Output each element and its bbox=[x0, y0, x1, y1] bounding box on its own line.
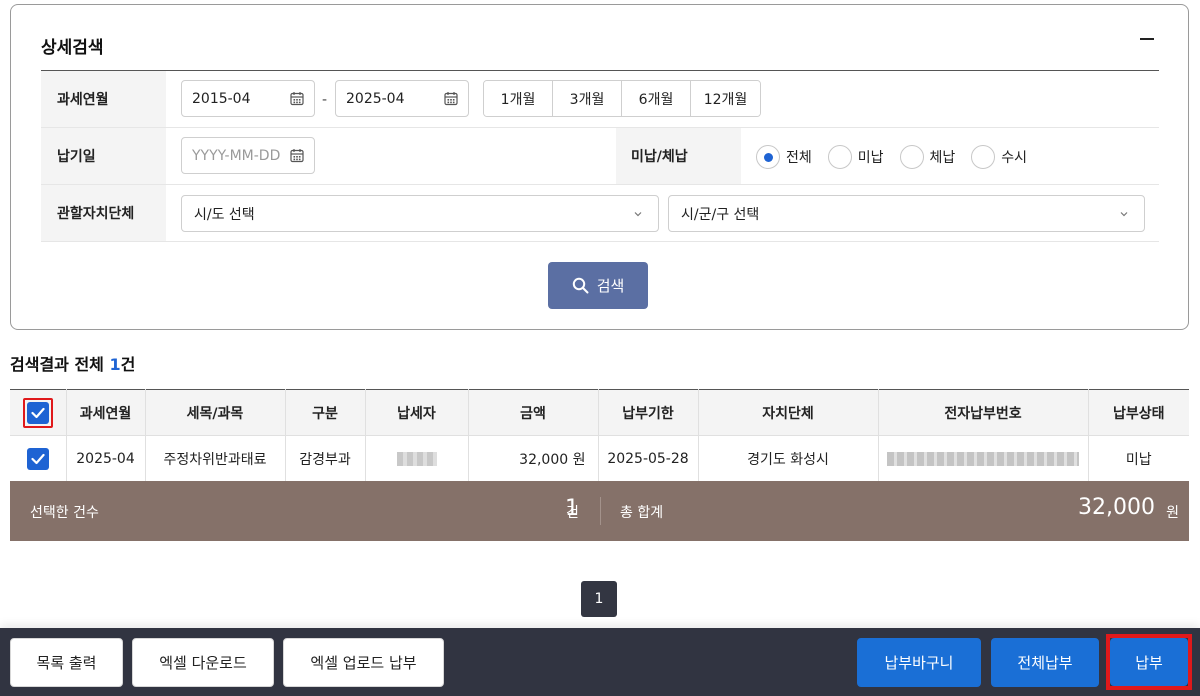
selection-total-bar: 선택한 건수 1 건 총 합계 32,000 원 bbox=[10, 481, 1189, 541]
status-option-all: 전체 bbox=[786, 150, 812, 166]
search-button[interactable]: 검색 bbox=[548, 262, 648, 309]
status-option-unpaid: 미납 bbox=[857, 150, 884, 166]
col-taxpayer: 납세자 bbox=[365, 389, 469, 436]
chevron-down-icon bbox=[1120, 212, 1128, 217]
result-count-unit: 건 bbox=[120, 355, 136, 374]
masked-epay-number bbox=[887, 451, 1079, 466]
row-amount: 32,000 원 bbox=[468, 435, 599, 482]
status-radio-all[interactable]: 전체 bbox=[756, 145, 812, 169]
radio-icon bbox=[971, 145, 996, 169]
period-1-month-button[interactable]: 1개월 bbox=[484, 81, 553, 116]
result-table: 과세연월 세목/과목 구분 납세자 금액 납부기한 자치단체 전자납부번호 납부… bbox=[10, 389, 1189, 482]
result-summary: 검색결과 전체 1건 bbox=[10, 351, 135, 375]
region-row: 관할자치단체 시/도 선택 시/군/구 선택 bbox=[41, 185, 1159, 242]
total-sum-label: 총 합계 bbox=[620, 505, 664, 521]
calendar-icon[interactable] bbox=[290, 148, 304, 163]
tax-month-row: 과세연월 2015-04 - 2025-04 1개월 3개월 6개월 12개월 bbox=[41, 71, 1159, 128]
row-tax-item: 주정차위반과태료 bbox=[145, 435, 286, 482]
chevron-down-icon bbox=[634, 212, 642, 217]
pay-basket-button[interactable]: 납부바구니 bbox=[857, 638, 981, 687]
radio-selected-icon bbox=[756, 145, 780, 169]
row-checkbox-cell bbox=[10, 435, 67, 482]
row-category: 감경부과 bbox=[285, 435, 366, 482]
table-header-row: 과세연월 세목/과목 구분 납세자 금액 납부기한 자치단체 전자납부번호 납부… bbox=[10, 389, 1189, 436]
col-epay-number: 전자납부번호 bbox=[878, 389, 1089, 436]
tax-month-to-field[interactable]: 2025-04 bbox=[335, 80, 469, 117]
row-municipality: 경기도 화성시 bbox=[698, 435, 879, 482]
search-form: 과세연월 2015-04 - 2025-04 1개월 3개월 6개월 12개월 … bbox=[41, 70, 1159, 242]
period-button-group: 1개월 3개월 6개월 12개월 bbox=[483, 80, 761, 117]
radio-icon bbox=[827, 145, 852, 169]
status-radio-overdue[interactable]: 체납 bbox=[899, 145, 956, 169]
select-all-checkbox[interactable] bbox=[26, 401, 49, 424]
result-count: 1 bbox=[109, 355, 121, 374]
calendar-icon[interactable] bbox=[290, 91, 304, 106]
row-checkbox[interactable] bbox=[26, 447, 49, 470]
status-radio-unpaid[interactable]: 미납 bbox=[827, 145, 884, 169]
row-taxpayer bbox=[365, 435, 469, 482]
selected-count-label: 선택한 건수 bbox=[30, 505, 99, 521]
table-row[interactable]: 2025-04 주정차위반과태료 감경부과 32,000 원 2025-05-2… bbox=[10, 435, 1189, 482]
status-option-overdue: 체납 bbox=[929, 150, 956, 166]
status-option-occasional: 수시 bbox=[1001, 150, 1028, 166]
tax-month-label: 과세연월 bbox=[41, 71, 166, 127]
city-select-value: 시/군/구 선택 bbox=[681, 206, 760, 223]
status-radio-group: 전체 미납 체납 수시 bbox=[756, 145, 1043, 169]
select-all-header bbox=[10, 389, 67, 436]
province-select[interactable]: 시/도 선택 bbox=[181, 195, 659, 232]
date-range-separator: - bbox=[322, 92, 328, 108]
print-list-button[interactable]: 목록 출력 bbox=[10, 638, 123, 687]
panel-title: 상세검색 bbox=[41, 38, 104, 58]
row-due-date: 2025-05-28 bbox=[598, 435, 699, 482]
total-divider bbox=[600, 497, 601, 525]
col-tax-month: 과세연월 bbox=[66, 389, 146, 436]
col-due-date: 납부기한 bbox=[598, 389, 699, 436]
select-all-highlight bbox=[22, 397, 53, 428]
collapse-minus-icon[interactable] bbox=[1138, 27, 1158, 51]
pay-all-button[interactable]: 전체납부 bbox=[991, 638, 1099, 687]
excel-upload-pay-button[interactable]: 엑셀 업로드 납부 bbox=[283, 638, 444, 687]
col-tax-item: 세목/과목 bbox=[145, 389, 286, 436]
period-12-month-button[interactable]: 12개월 bbox=[691, 81, 760, 116]
pagination-page-1[interactable]: 1 bbox=[581, 581, 617, 617]
col-category: 구분 bbox=[285, 389, 366, 436]
status-label: 미납/체납 bbox=[616, 128, 741, 184]
col-status: 납부상태 bbox=[1088, 389, 1189, 436]
radio-icon bbox=[899, 145, 924, 169]
tax-month-from-value: 2015-04 bbox=[192, 90, 251, 107]
check-icon bbox=[31, 453, 45, 464]
col-municipality: 자치단체 bbox=[698, 389, 879, 436]
row-epay-number bbox=[878, 435, 1089, 482]
city-select[interactable]: 시/군/구 선택 bbox=[668, 195, 1145, 232]
selected-count-unit: 건 bbox=[566, 505, 579, 521]
tax-month-to-value: 2025-04 bbox=[346, 90, 405, 107]
check-icon bbox=[31, 407, 45, 418]
total-sum-unit: 원 bbox=[1166, 505, 1179, 521]
due-date-label: 납기일 bbox=[41, 128, 166, 184]
status-radio-occasional[interactable]: 수시 bbox=[971, 145, 1027, 169]
tax-month-from-field[interactable]: 2015-04 bbox=[181, 80, 315, 117]
province-select-value: 시/도 선택 bbox=[194, 206, 255, 223]
result-summary-prefix: 검색결과 전체 bbox=[10, 355, 104, 374]
col-amount: 금액 bbox=[468, 389, 599, 436]
search-icon bbox=[572, 277, 589, 294]
excel-download-button[interactable]: 엑셀 다운로드 bbox=[132, 638, 274, 687]
region-label: 관할자치단체 bbox=[41, 185, 166, 241]
calendar-icon[interactable] bbox=[444, 91, 458, 106]
detail-search-panel: 상세검색 과세연월 2015-04 - 2025-04 1개월 3개월 6개월 … bbox=[10, 4, 1189, 330]
pay-button[interactable]: 납부 bbox=[1110, 638, 1188, 686]
search-button-label: 검색 bbox=[596, 277, 625, 295]
row-tax-month: 2025-04 bbox=[66, 435, 146, 482]
bottom-action-bar: 목록 출력 엑셀 다운로드 엑셀 업로드 납부 납부바구니 전체납부 납부 bbox=[0, 628, 1200, 696]
due-date-field[interactable]: YYYY-MM-DD bbox=[181, 137, 315, 174]
due-date-placeholder: YYYY-MM-DD bbox=[192, 147, 281, 164]
period-6-month-button[interactable]: 6개월 bbox=[622, 81, 691, 116]
due-date-row: 납기일 YYYY-MM-DD 미납/체납 전체 미납 체납 수시 bbox=[41, 128, 1159, 185]
row-status: 미납 bbox=[1088, 435, 1189, 482]
period-3-month-button[interactable]: 3개월 bbox=[553, 81, 622, 116]
masked-taxpayer-name bbox=[396, 451, 437, 466]
total-sum-value: 32,000 bbox=[1078, 495, 1155, 520]
